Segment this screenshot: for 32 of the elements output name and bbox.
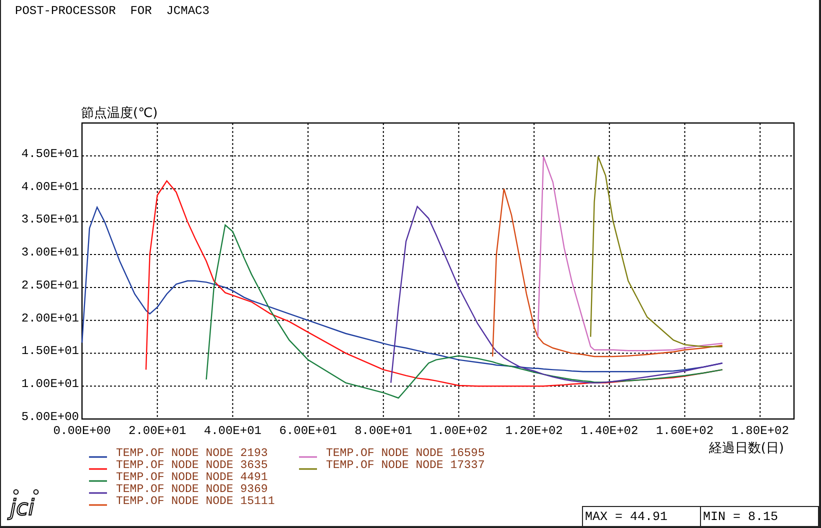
y-tick-label: 5.00E+00 — [21, 410, 79, 424]
legend-label: TEMP.OF NODE NODE 3635 — [116, 459, 268, 472]
y-axis-title: 節点温度(℃) — [81, 106, 158, 121]
y-tick-label: 1.50E+01 — [21, 344, 79, 358]
logo: jci — [7, 488, 47, 522]
y-tick-label: 3.00E+01 — [21, 246, 79, 260]
window-title: POST-PROCESSOR FOR JCMAC3 — [14, 3, 210, 20]
legend-label: TEMP.OF NODE NODE 16595 — [326, 447, 485, 460]
x-axis-title: 経過日数(日) — [708, 441, 784, 456]
y-tick-label: 2.00E+01 — [21, 311, 79, 326]
x-tick-label: 1.80E+02 — [731, 424, 789, 438]
x-tick-label: 8.00E+01 — [354, 424, 412, 438]
y-tick-label: 3.50E+01 — [21, 212, 79, 227]
y-tick-label: 2.50E+01 — [21, 278, 79, 292]
y-tick-label: 1.00E+01 — [21, 377, 79, 392]
x-tick-label: 1.20E+02 — [505, 424, 563, 438]
x-tick-label: 4.00E+01 — [204, 424, 262, 438]
legend-label: TEMP.OF NODE NODE 4491 — [116, 471, 268, 484]
x-tick-label: 1.00E+02 — [430, 424, 488, 438]
x-tick-label: 1.40E+02 — [580, 424, 638, 438]
legend-label: TEMP.OF NODE NODE 15111 — [116, 495, 275, 506]
x-tick-label: 2.00E+01 — [128, 424, 186, 438]
x-tick-label: 0.00E+00 — [53, 424, 111, 438]
y-tick-label: 4.00E+01 — [21, 180, 79, 194]
y-tick-label: 4.50E+01 — [21, 146, 79, 161]
legend-label: TEMP.OF NODE NODE 17337 — [326, 459, 485, 472]
legend-label: TEMP.OF NODE NODE 2193 — [116, 447, 268, 460]
stat-readout: MIN = 8.15 — [701, 506, 819, 526]
stat-readout: MAX = 44.91 — [582, 506, 701, 526]
legend-label: TEMP.OF NODE NODE 9369 — [116, 483, 268, 496]
x-tick-label: 1.60E+02 — [656, 424, 714, 438]
x-tick-label: 6.00E+01 — [279, 424, 337, 438]
